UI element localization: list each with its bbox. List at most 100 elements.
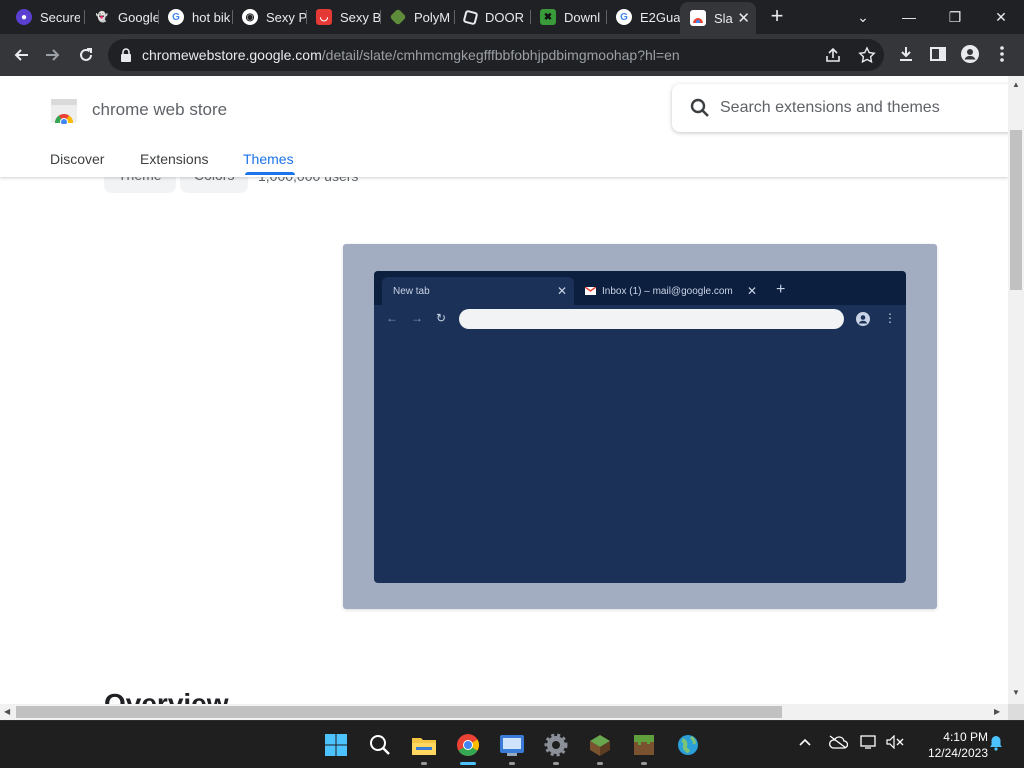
preview-profile-icon xyxy=(856,312,870,326)
download-icon[interactable] xyxy=(896,44,916,64)
search-icon[interactable] xyxy=(364,729,396,761)
side-panel-icon[interactable] xyxy=(928,44,948,64)
tab-search-chevron-icon[interactable]: ⌄ xyxy=(840,0,886,34)
browser-tab-active[interactable]: Sla ✕ xyxy=(680,2,756,34)
windows-start-icon[interactable] xyxy=(320,729,352,761)
search-input[interactable] xyxy=(720,96,1000,120)
clock-time: 4:10 PM xyxy=(943,730,988,744)
running-indicator xyxy=(597,762,603,765)
vertical-scroll-thumb[interactable] xyxy=(1010,130,1022,290)
preview-browser-window: New tab ✕ Inbox (1) – mail@google.com ✕ … xyxy=(374,271,906,583)
restore-icon[interactable]: ❐ xyxy=(932,0,978,34)
google-icon: G xyxy=(168,9,184,25)
onedrive-offline-icon[interactable] xyxy=(828,735,849,752)
minecraft-grass-icon[interactable] xyxy=(584,729,616,765)
url-text: chromewebstore.google.com/detail/slate/c… xyxy=(142,47,680,63)
notification-bell-icon[interactable] xyxy=(988,735,1004,754)
preview-reload-icon: ↻ xyxy=(436,311,447,325)
new-tab-button[interactable]: + xyxy=(766,5,788,27)
desktop-app-icon[interactable] xyxy=(496,729,528,765)
browser-tab[interactable]: 👻 Google xyxy=(84,4,158,30)
browser-tab[interactable]: ✖ Downl xyxy=(530,4,606,30)
clock-date: 12/24/2023 xyxy=(927,746,988,760)
google-icon: G xyxy=(616,9,632,25)
bookmark-star-icon[interactable] xyxy=(858,46,876,64)
browser-toolbar: chromewebstore.google.com/detail/slate/c… xyxy=(0,34,1024,76)
back-icon[interactable] xyxy=(8,42,34,68)
preview-tab-label: New tab xyxy=(393,286,430,297)
browser-tab[interactable]: ● Secure xyxy=(6,4,80,30)
preview-menu-icon: ⋮ xyxy=(884,311,896,325)
menu-kebab-icon[interactable] xyxy=(992,44,1012,64)
preview-close-icon: ✕ xyxy=(747,284,758,298)
windows-taskbar: 4:10 PM 12/24/2023 xyxy=(0,720,1024,768)
shopping-bag-icon: ◡ xyxy=(316,9,332,25)
browser-tab[interactable]: G E2Gua xyxy=(606,4,680,30)
overview-heading: Overview xyxy=(104,688,229,704)
browser-tab[interactable]: PolyM xyxy=(380,4,454,30)
ghost-icon: 👻 xyxy=(95,11,109,23)
lock-icon xyxy=(121,48,131,62)
roblox-icon xyxy=(462,9,479,25)
scrollbar-corner xyxy=(1008,704,1024,720)
tab-close-icon[interactable]: ✕ xyxy=(737,9,750,27)
web-page: chrome web store Discover Extensions The… xyxy=(0,76,1008,704)
github-icon: ◉ xyxy=(242,9,258,25)
address-bar[interactable]: chromewebstore.google.com/detail/slate/c… xyxy=(108,39,884,71)
running-indicator xyxy=(509,762,515,765)
scroll-up-icon[interactable]: ▲ xyxy=(1012,80,1020,89)
network-icon[interactable] xyxy=(860,735,878,752)
preview-tab-label: Inbox (1) – mail@google.com xyxy=(602,286,733,297)
running-indicator xyxy=(553,762,559,765)
gmail-icon xyxy=(585,287,596,295)
volume-muted-icon[interactable] xyxy=(886,734,904,752)
browser-tab[interactable]: G hot bik xyxy=(158,4,232,30)
show-hidden-icons-chevron[interactable] xyxy=(798,735,812,750)
browser-tab[interactable]: ◡ Sexy B xyxy=(306,4,380,30)
globe-icon[interactable] xyxy=(672,729,704,761)
horizontal-scrollbar[interactable]: ◀ ▶ xyxy=(0,704,1008,720)
scroll-left-icon[interactable]: ◀ xyxy=(4,707,10,716)
profile-icon[interactable] xyxy=(960,44,980,64)
preview-new-tab-icon: + xyxy=(776,281,786,298)
running-indicator xyxy=(421,762,427,765)
nav-discover[interactable]: Discover xyxy=(50,151,104,167)
active-nav-indicator xyxy=(245,172,295,175)
browser-tab-strip: ● Secure 👻 Google G hot bik ◉ Sexy P ◡ S… xyxy=(0,0,1024,34)
share-icon[interactable] xyxy=(824,46,842,64)
close-window-icon[interactable]: ✕ xyxy=(978,0,1024,34)
shield-purple-icon: ● xyxy=(16,9,32,25)
minecraft-icon: ✖ xyxy=(540,9,556,25)
preview-tab-bar: New tab ✕ Inbox (1) – mail@google.com ✕ … xyxy=(374,271,906,305)
browser-tab[interactable]: DOOR xyxy=(454,4,530,30)
chrome-web-store-logo-icon[interactable] xyxy=(50,96,78,124)
vertical-scrollbar[interactable]: ▲ ▼ xyxy=(1008,76,1024,704)
minecraft-block-icon[interactable] xyxy=(628,729,660,765)
system-clock[interactable]: 4:10 PM 12/24/2023 xyxy=(912,729,988,761)
preview-forward-icon: → xyxy=(411,311,423,325)
settings-icon[interactable] xyxy=(540,729,572,765)
store-search-box[interactable] xyxy=(672,84,1008,132)
forward-icon[interactable] xyxy=(40,42,66,68)
store-header: chrome web store Discover Extensions The… xyxy=(0,76,1008,177)
scroll-down-icon[interactable]: ▼ xyxy=(1012,688,1020,697)
running-indicator xyxy=(641,762,647,765)
browser-tab[interactable]: ◉ Sexy P xyxy=(232,4,306,30)
reload-icon[interactable] xyxy=(73,42,99,68)
active-app-indicator xyxy=(460,762,476,765)
file-explorer-icon[interactable] xyxy=(408,729,440,765)
nav-extensions[interactable]: Extensions xyxy=(140,151,208,167)
polymarket-icon xyxy=(389,8,407,26)
chrome-web-store-icon xyxy=(690,10,706,26)
nav-themes[interactable]: Themes xyxy=(243,151,294,167)
preview-close-icon: ✕ xyxy=(557,284,568,298)
store-name[interactable]: chrome web store xyxy=(92,100,227,120)
preview-back-icon: ← xyxy=(386,311,398,325)
horizontal-scroll-thumb[interactable] xyxy=(16,706,782,718)
chrome-icon[interactable] xyxy=(452,729,484,765)
theme-preview-image[interactable]: New tab ✕ Inbox (1) – mail@google.com ✕ … xyxy=(343,244,937,609)
scroll-right-icon[interactable]: ▶ xyxy=(994,707,1000,716)
search-icon xyxy=(690,98,709,117)
minimize-icon[interactable]: — xyxy=(886,0,932,34)
preview-omnibox xyxy=(459,309,844,329)
